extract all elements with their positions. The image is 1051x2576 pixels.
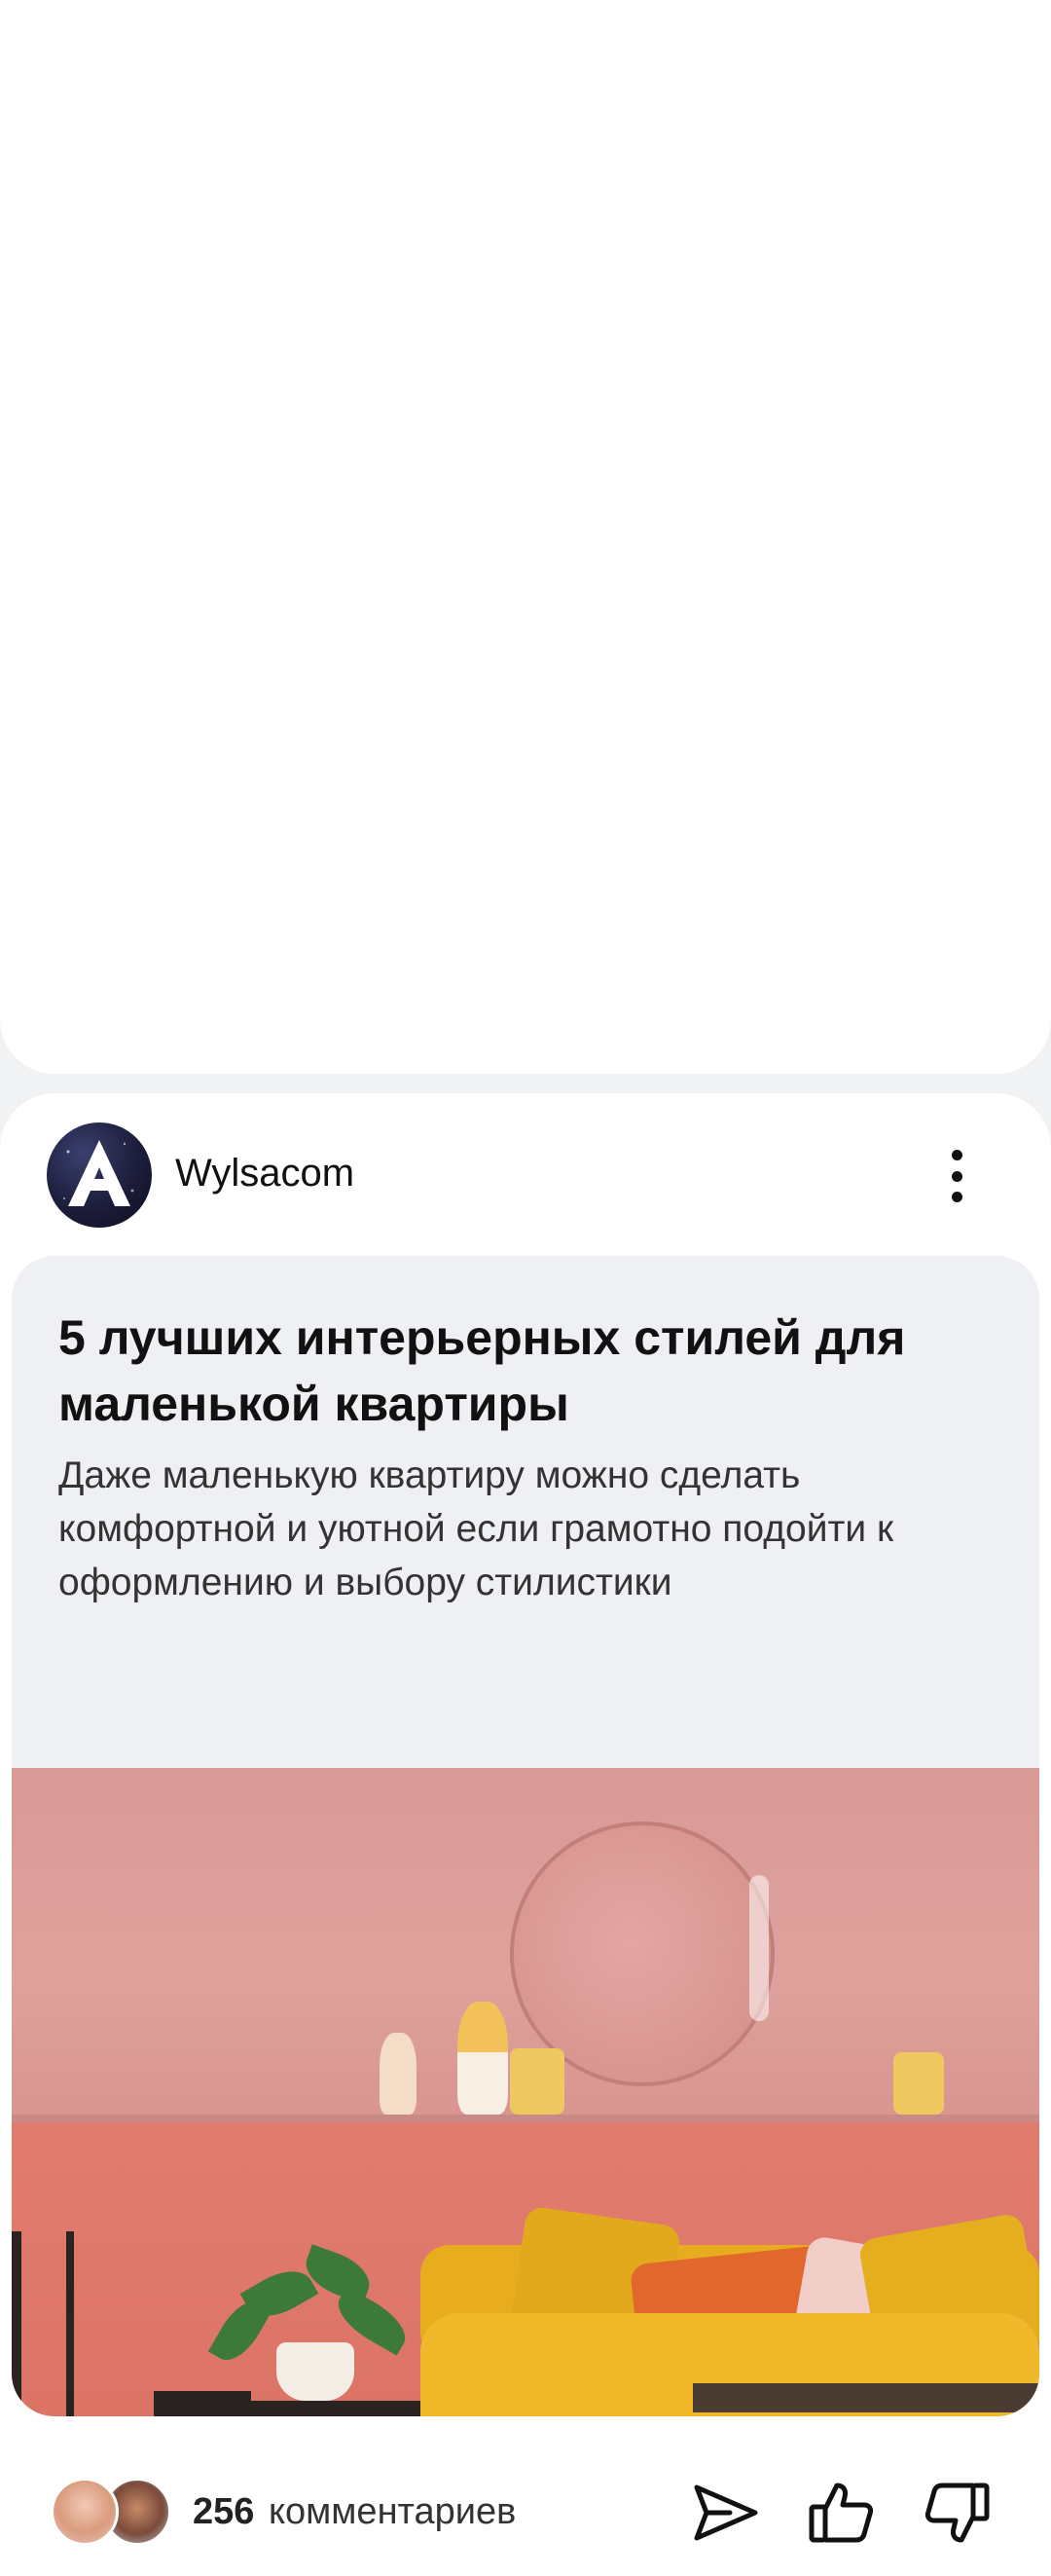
post-footer: 256 комментариев [0,2456,1051,2563]
channel-logo-icon [62,1140,134,1206]
thumbs-down-icon [924,2483,990,2543]
channel-avatar[interactable] [47,1122,152,1228]
image-vase [457,2002,508,2115]
previous-post-card [0,0,1051,1074]
article-preview[interactable]: 5 лучших интерьерных стилей для маленько… [12,1256,1039,2416]
image-side-table [12,2231,74,2416]
dislike-button[interactable] [919,2474,997,2552]
more-options-button[interactable] [930,1142,983,1210]
article-description: Даже маленькую квартиру можно сделать ко… [58,1454,894,1603]
article-cover-image[interactable] [12,1768,1039,2416]
image-shelf [12,2115,1039,2122]
channel-header[interactable]: Wylsacom [0,1093,1051,1254]
thumbs-up-icon [809,2483,874,2543]
image-vase [510,2048,564,2115]
image-coffee-table [693,2383,1039,2412]
image-side-table [236,2401,420,2416]
comments-count[interactable]: 256 [193,2491,254,2533]
channel-name[interactable]: Wylsacom [175,1152,354,1196]
article-title[interactable]: 5 лучших интерьерных стилей для маленько… [58,1305,934,1437]
image-mirror [510,1822,775,2086]
image-mirror-glint [749,1875,769,2021]
image-vase [893,2052,944,2115]
more-vertical-icon-dot [951,1192,962,1202]
send-icon [694,2484,758,2541]
image-plant-pot [276,2342,354,2401]
commenter-avatar[interactable] [51,2478,119,2546]
comments-label[interactable]: комментариев [269,2491,516,2533]
share-button[interactable] [687,2474,765,2552]
more-vertical-icon-dot [951,1170,962,1182]
post-card: Wylsacom 5 лучших интерьерных стилей для… [0,1093,1051,2576]
image-vase [380,2033,417,2115]
like-button[interactable] [802,2474,880,2552]
more-vertical-icon [951,1150,962,1160]
